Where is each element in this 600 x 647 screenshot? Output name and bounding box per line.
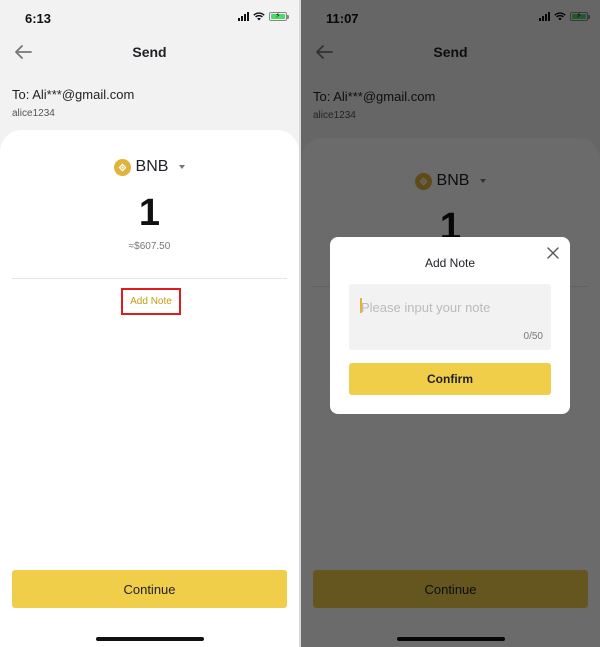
phone-screen-add-note: 11:07 ⚡ Send To: Ali***@gmail.com alice1… [301,0,600,647]
battery-icon: ⚡ [269,11,289,21]
note-field[interactable]: 0/50 [349,284,551,350]
wifi-icon [253,12,265,21]
note-input[interactable] [349,284,551,330]
caret-down-icon [179,165,186,169]
status-icons: ⚡ [238,11,289,21]
recipient-info: To: Ali***@gmail.com alice1234 [12,87,134,119]
coin-name: BNB [135,158,169,175]
send-card: BNB 1 ≈$607.50 Add Note Continue [0,130,299,647]
continue-button[interactable]: Continue [12,570,287,608]
status-time: 6:13 [25,11,52,26]
status-bar: 6:13 ⚡ [0,0,299,36]
character-counter: 0/50 [523,331,543,342]
divider [12,278,287,279]
recipient-email: To: Ali***@gmail.com [12,87,135,102]
page-title: Send [132,44,167,60]
coin-selector[interactable]: BNB [0,158,299,176]
amount-value[interactable]: 1 [0,192,299,235]
recipient-username: alice1234 [12,108,55,119]
phone-screen-send: 6:13 ⚡ Send To: Ali***@gmail.com alice12… [0,0,299,647]
bnb-coin-icon [113,158,131,176]
add-note-modal: Add Note 0/50 Confirm [330,237,570,414]
nav-bar: Send [0,38,299,66]
modal-title: Add Note [424,256,476,270]
confirm-button[interactable]: Confirm [349,363,551,395]
text-cursor [360,298,362,313]
fiat-value: ≈$607.50 [128,241,171,252]
home-indicator [96,637,204,641]
add-note-button[interactable]: Add Note [121,288,181,315]
signal-icon [238,12,249,21]
